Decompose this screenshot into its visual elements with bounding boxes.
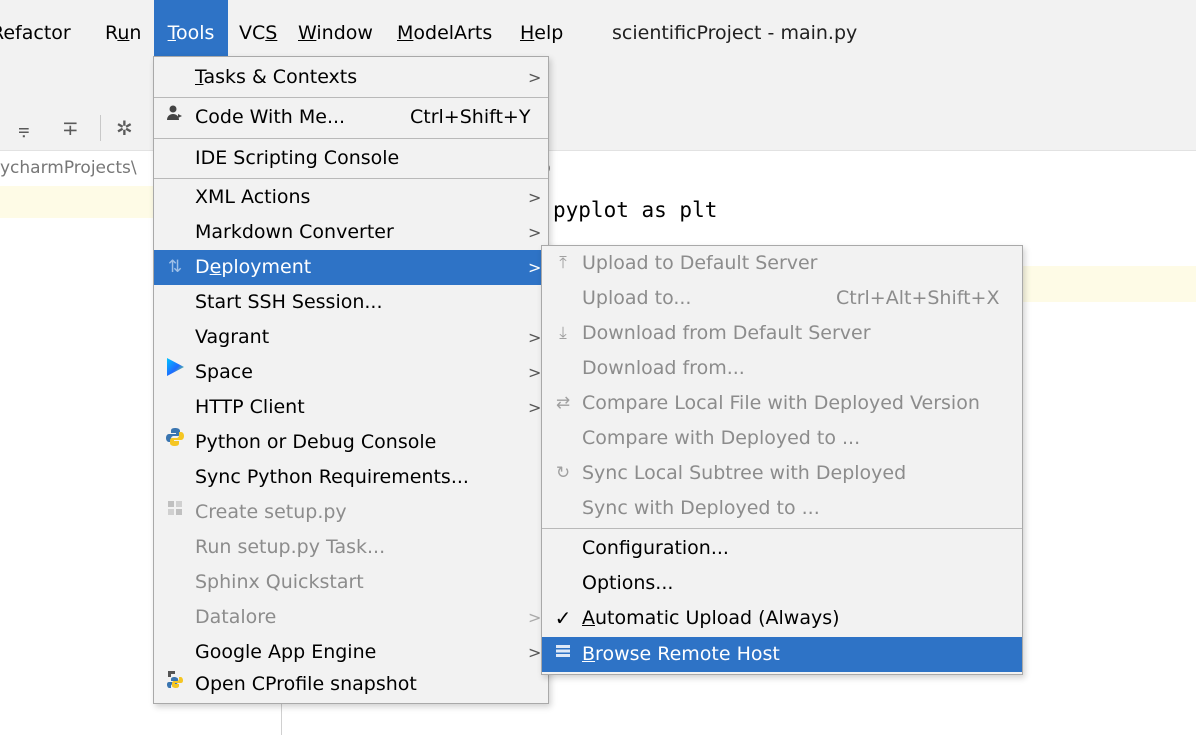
collapse-all-icon[interactable]: ∓ <box>62 116 79 140</box>
tools-http-client[interactable]: HTTP Client > <box>154 390 548 425</box>
submenu-arrow-icon: > <box>528 363 542 382</box>
download-icon: ⤓ <box>559 323 567 343</box>
checkmark-icon: ✓ <box>554 606 572 630</box>
deploy-icon: ⇅ <box>167 257 183 277</box>
deploy-compare-local-file[interactable]: ⇄ Compare Local File with Deployed Versi… <box>542 386 1022 421</box>
tools-run-setup-py-task[interactable]: Run setup.py Task... <box>154 530 548 565</box>
deployment-submenu: ⤒ Upload to Default Server Upload to... … <box>541 245 1023 675</box>
submenu-arrow-icon: > <box>528 258 542 277</box>
tools-code-with-me[interactable]: Code With Me... Ctrl+Shift+Y <box>154 100 548 135</box>
toolbar-separator <box>100 115 101 141</box>
sync-icon: ↻ <box>555 463 571 483</box>
submenu-arrow-icon: > <box>528 328 542 347</box>
deploy-upload-default-server[interactable]: ⤒ Upload to Default Server <box>542 246 1022 281</box>
submenu-arrow-icon: > <box>528 643 542 662</box>
tools-xml-actions[interactable]: XML Actions > <box>154 180 548 215</box>
tools-google-app-engine[interactable]: Google App Engine > <box>154 635 548 670</box>
menu-refactor[interactable]: Refactor <box>0 0 71 66</box>
deploy-compare-with-deployed[interactable]: Compare with Deployed to ... <box>542 421 1022 456</box>
line-highlight <box>1020 266 1196 302</box>
deploy-download-from[interactable]: Download from... <box>542 351 1022 386</box>
menu-separator <box>154 97 548 98</box>
submenu-arrow-icon: > <box>528 608 542 627</box>
tools-sync-python-requirements[interactable]: Sync Python Requirements... <box>154 460 548 495</box>
gear-icon[interactable]: ✲ <box>116 116 133 140</box>
user-icon <box>164 100 186 135</box>
deploy-browse-remote-host[interactable]: Browse Remote Host <box>542 637 1022 672</box>
menu-separator <box>154 178 548 179</box>
submenu-arrow-icon: > <box>528 223 542 242</box>
tools-menu: Tasks & Contexts > Code With Me... Ctrl+… <box>153 56 549 704</box>
space-icon <box>164 355 186 390</box>
deploy-sync-local-subtree[interactable]: ↻ Sync Local Subtree with Deployed <box>542 456 1022 491</box>
tools-start-ssh-session[interactable]: Start SSH Session... <box>154 285 548 320</box>
window-title: scientificProject - main.py <box>612 22 858 44</box>
package-icon <box>164 495 186 530</box>
deploy-configuration[interactable]: Configuration... <box>542 531 1022 566</box>
deploy-upload-to[interactable]: Upload to... Ctrl+Alt+Shift+X <box>542 281 1022 316</box>
tools-space[interactable]: Space > <box>154 355 548 390</box>
breadcrumb: ycharmProjects\ <box>0 158 137 178</box>
editor-gutter <box>281 702 282 735</box>
deploy-options[interactable]: Options... <box>542 566 1022 601</box>
deploy-download-default-server[interactable]: ⤓ Download from Default Server <box>542 316 1022 351</box>
tools-ide-scripting-console[interactable]: IDE Scripting Console <box>154 141 548 176</box>
compare-icon: ⇄ <box>555 393 571 413</box>
submenu-arrow-icon: > <box>528 68 542 87</box>
tools-deployment[interactable]: ⇅ Deployment > <box>154 250 548 285</box>
tools-open-cprofile-snapshot[interactable]: Open CProfile snapshot <box>154 667 548 702</box>
menu-separator <box>542 528 1022 529</box>
tools-tasks-contexts[interactable]: Tasks & Contexts > <box>154 60 548 95</box>
menu-separator <box>154 138 548 139</box>
upload-icon: ⤒ <box>559 253 567 273</box>
tools-sphinx-quickstart[interactable]: Sphinx Quickstart <box>154 565 548 600</box>
tools-python-debug-console[interactable]: Python or Debug Console <box>154 425 548 460</box>
menu-run[interactable]: Run <box>105 0 141 66</box>
submenu-arrow-icon: > <box>528 188 542 207</box>
tools-markdown-converter[interactable]: Markdown Converter > <box>154 215 548 250</box>
submenu-arrow-icon: > <box>528 398 542 417</box>
expand-all-icon[interactable]: ⩦ <box>18 116 30 140</box>
tools-datalore[interactable]: Datalore > <box>154 600 548 635</box>
deploy-sync-with-deployed[interactable]: Sync with Deployed to ... <box>542 491 1022 526</box>
tools-create-setup-py[interactable]: Create setup.py <box>154 495 548 530</box>
current-line-highlight <box>0 186 160 218</box>
profile-icon <box>164 667 186 702</box>
deploy-automatic-upload[interactable]: ✓ Automatic Upload (Always) <box>542 601 1022 636</box>
code-line[interactable]: pyplot as plt <box>553 198 717 222</box>
python-icon <box>164 425 186 460</box>
server-icon <box>552 637 574 672</box>
tools-vagrant[interactable]: Vagrant > <box>154 320 548 355</box>
